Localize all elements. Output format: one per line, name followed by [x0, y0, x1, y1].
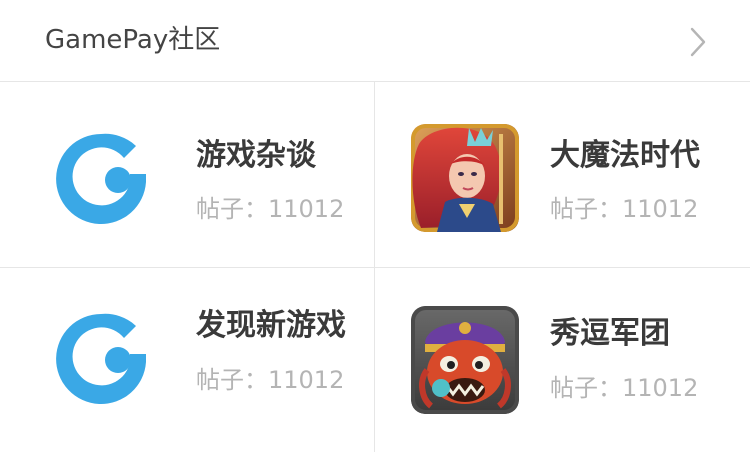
community-grid: 游戏杂谈 帖子：11012 大魔法时代 帖子：11012 发现新游戏 帖子：11… [0, 82, 750, 452]
chevron-right-icon[interactable] [684, 26, 712, 58]
community-title: 大魔法时代 [550, 138, 700, 173]
community-item-magic-era[interactable]: 大魔法时代 帖子：11012 [375, 82, 750, 268]
community-title: 秀逗军团 [550, 316, 670, 351]
community-title: 发现新游戏 [196, 308, 346, 343]
community-item-xiudou-legion[interactable]: 秀逗军团 帖子：11012 [375, 268, 750, 452]
gamepay-logo-icon [46, 304, 156, 414]
community-title: 游戏杂谈 [196, 138, 316, 173]
game-art-icon [411, 124, 521, 234]
community-item-game-chat[interactable]: 游戏杂谈 帖子：11012 [0, 82, 375, 268]
post-count: 帖子：11012 [550, 195, 699, 223]
post-count: 帖子：11012 [196, 366, 345, 394]
community-item-discover-games[interactable]: 发现新游戏 帖子：11012 [0, 268, 375, 452]
header-title: GamePay社区 [45, 25, 221, 55]
community-header[interactable]: GamePay社区 [0, 0, 750, 82]
post-count: 帖子：11012 [196, 195, 345, 223]
gamepay-logo-icon [46, 124, 156, 234]
post-count: 帖子：11012 [550, 374, 699, 402]
game-art-icon [411, 306, 521, 416]
